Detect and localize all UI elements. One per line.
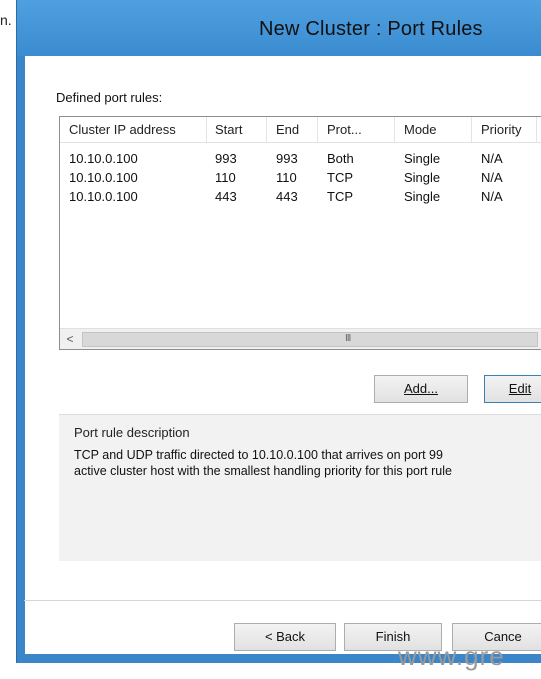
cell-start: 993 — [215, 151, 237, 166]
cell-mode: Single — [404, 189, 441, 204]
list-header: Cluster IP address Start End Prot... Mod… — [60, 117, 541, 143]
cell-end: 993 — [276, 151, 298, 166]
edit-button[interactable]: Edit — [484, 375, 541, 403]
window-title: New Cluster : Port Rules — [259, 18, 483, 40]
column-header-mode[interactable]: Mode — [404, 122, 437, 137]
cell-end: 110 — [276, 170, 297, 185]
description-line-2: active cluster host with the smallest ha… — [74, 464, 452, 478]
table-row[interactable]: 10.10.0.100 110 110 TCP Single N/A — [60, 165, 541, 185]
scrollbar-thumb[interactable]: III — [82, 332, 538, 347]
cell-priority: N/A — [481, 189, 503, 204]
port-rules-list[interactable]: Cluster IP address Start End Prot... Mod… — [59, 116, 541, 350]
cell-protocol: TCP — [327, 189, 353, 204]
back-button[interactable]: < Back — [234, 623, 336, 651]
cell-priority: N/A — [481, 170, 503, 185]
watermark-text: www.gre — [398, 641, 505, 671]
title-bar[interactable]: New Cluster : Port Rules — [17, 0, 541, 56]
add-button[interactable]: Add... — [374, 375, 468, 403]
footer-divider — [24, 600, 541, 601]
cell-mode: Single — [404, 170, 441, 185]
column-header-protocol[interactable]: Prot... — [327, 122, 362, 137]
port-rule-description-label: Port rule description — [74, 425, 190, 440]
horizontal-scrollbar[interactable]: < III — [60, 328, 541, 349]
description-line-1: TCP and UDP traffic directed to 10.10.0.… — [74, 448, 443, 462]
cell-cluster-ip: 10.10.0.100 — [69, 189, 138, 204]
back-button-label: < Back — [264, 629, 306, 644]
edit-button-label: Edit — [508, 381, 532, 396]
cell-priority: N/A — [481, 151, 503, 166]
port-rule-description-panel: Port rule description TCP and UDP traffi… — [59, 414, 541, 561]
cell-mode: Single — [404, 151, 441, 166]
scroll-left-icon[interactable]: < — [62, 331, 78, 347]
cell-protocol: TCP — [327, 170, 353, 185]
cell-start: 443 — [215, 189, 237, 204]
port-rule-description-text: TCP and UDP traffic directed to 10.10.0.… — [74, 447, 541, 479]
stray-text: n. — [0, 12, 12, 28]
cell-protocol: Both — [327, 151, 354, 166]
cell-cluster-ip: 10.10.0.100 — [69, 151, 138, 166]
table-row[interactable]: 10.10.0.100 993 993 Both Single N/A — [60, 146, 541, 166]
add-button-label: Add... — [404, 381, 438, 396]
column-header-cluster-ip[interactable]: Cluster IP address — [69, 122, 176, 137]
table-row[interactable]: 10.10.0.100 443 443 TCP Single N/A — [60, 184, 541, 204]
column-header-start[interactable]: Start — [215, 122, 242, 137]
column-header-priority[interactable]: Priority — [481, 122, 521, 137]
cell-cluster-ip: 10.10.0.100 — [69, 170, 138, 185]
column-header-end[interactable]: End — [276, 122, 299, 137]
cell-end: 443 — [276, 189, 298, 204]
grip-icon: III — [345, 333, 351, 344]
defined-port-rules-label: Defined port rules: — [56, 90, 163, 105]
cell-start: 110 — [215, 170, 236, 185]
